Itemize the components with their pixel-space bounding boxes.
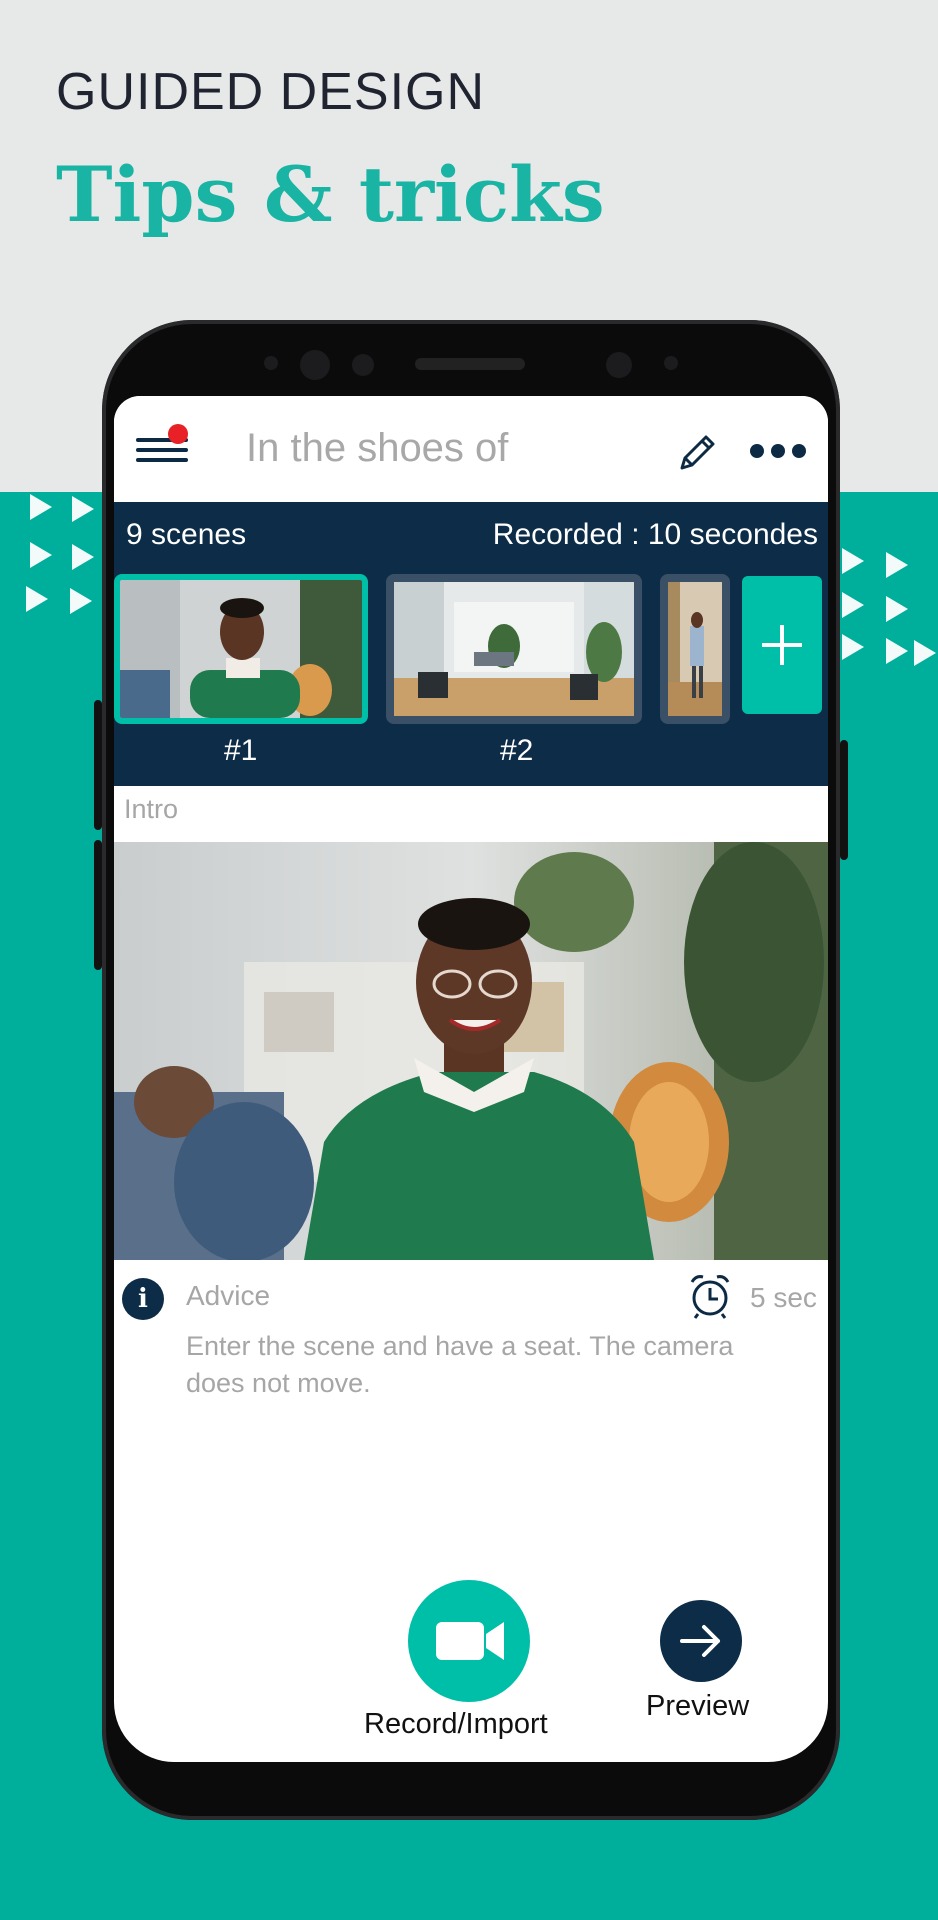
project-title[interactable]: In the shoes of <box>246 426 508 471</box>
scene-thumbnail-3[interactable] <box>660 574 730 724</box>
section-heading: GUIDED DESIGN <box>56 63 486 121</box>
advice-label: Advice <box>186 1280 271 1311</box>
arrow-right-icon <box>680 1625 720 1657</box>
phone-frame: In the shoes of 9 scenes Recorded : 10 s… <box>94 320 848 1820</box>
advice-text: Enter the scene and have a seat. The cam… <box>186 1331 734 1398</box>
phone-speaker <box>415 358 525 370</box>
video-camera-icon <box>436 1622 504 1660</box>
scene-thumbnail-2[interactable] <box>386 574 642 724</box>
scenes-count: 9 scenes <box>126 518 247 551</box>
notification-dot <box>168 424 188 444</box>
info-icon: i <box>122 1278 164 1320</box>
scene-2-image <box>394 582 634 716</box>
add-scene-button[interactable] <box>742 576 822 714</box>
app-screen: In the shoes of 9 scenes Recorded : 10 s… <box>114 396 828 1762</box>
scene-preview-image <box>114 842 828 1260</box>
hamburger-menu-icon[interactable] <box>136 424 188 468</box>
more-dots-icon[interactable] <box>750 444 806 460</box>
scene-3-image <box>668 582 722 716</box>
app-top-bar: In the shoes of <box>114 396 828 502</box>
scene-name: Intro <box>124 794 179 824</box>
scene-thumbnail-1[interactable] <box>114 574 368 724</box>
preview-label[interactable]: Preview <box>646 1690 749 1723</box>
scene-label-2: #2 <box>500 734 534 767</box>
scene-label-1: #1 <box>224 734 258 767</box>
alarm-clock-icon <box>690 1275 730 1319</box>
page-title: Tips & tricks <box>56 150 605 239</box>
recorded-duration: Recorded : 10 secondes <box>492 518 818 551</box>
record-import-label[interactable]: Record/Import <box>364 1708 548 1741</box>
preview-button[interactable] <box>660 1600 742 1682</box>
record-import-button[interactable] <box>408 1580 530 1702</box>
advice-duration: 5 sec <box>750 1282 817 1313</box>
scene-1-image <box>120 580 362 718</box>
pencil-icon[interactable] <box>674 428 722 476</box>
scenes-strip: 9 scenes Recorded : 10 secondes #1 #2 <box>114 502 828 786</box>
